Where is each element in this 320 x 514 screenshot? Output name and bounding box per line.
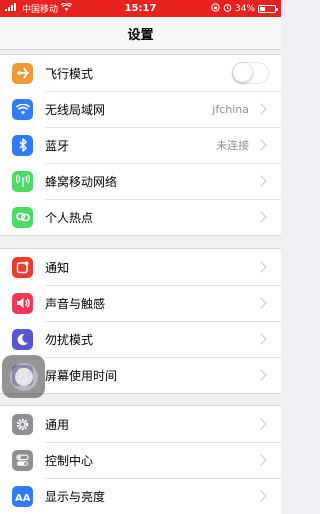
settings-row-notifications[interactable]: 通知 <box>0 249 281 285</box>
airplane-icon <box>12 62 33 84</box>
settings-row-do-not-disturb[interactable]: 勿扰模式 <box>0 321 281 357</box>
chevron-right-icon <box>255 369 267 381</box>
svg-text:AA: AA <box>15 493 30 502</box>
settings-row-label: 声音与触感 <box>45 296 106 311</box>
airplane-mode-toggle[interactable] <box>232 62 269 84</box>
hotspot-link-icon <box>12 206 33 228</box>
wifi-status-icon <box>60 2 73 14</box>
settings-row-sounds[interactable]: 声音与触感 <box>0 285 281 321</box>
settings-row-general[interactable]: 通用 <box>0 406 281 442</box>
gear-icon <box>12 413 33 435</box>
notifications-icon <box>12 256 33 278</box>
bluetooth-status-value: 未连接 <box>216 139 249 152</box>
settings-row-label: 蓝牙 <box>45 138 70 153</box>
settings-row-display[interactable]: AA 显示与亮度 <box>0 478 281 514</box>
status-bar: 中国移动 15:17 34% <box>0 0 281 17</box>
settings-row-airplane-mode: 飞行模式 <box>0 55 281 91</box>
settings-row-cellular[interactable]: 蜂窝移动网络 <box>0 163 281 199</box>
moon-icon <box>12 328 33 350</box>
settings-row-label: 蜂窝移动网络 <box>45 174 118 189</box>
assistive-touch-ring <box>9 362 38 391</box>
settings-group-connectivity: 飞行模式 无线局域网 jfchina 蓝牙 未连接 蜂窝移动网络 个人热点 <box>0 54 281 236</box>
chevron-right-icon <box>255 175 267 187</box>
status-time: 15:17 <box>124 3 157 14</box>
settings-row-label: 控制中心 <box>45 453 94 468</box>
settings-row-label: 无线局域网 <box>45 102 106 117</box>
settings-row-wifi[interactable]: 无线局域网 jfchina <box>0 91 281 127</box>
chevron-right-icon <box>255 418 267 430</box>
bluetooth-icon <box>12 134 33 156</box>
toggles-icon <box>12 449 33 471</box>
chevron-right-icon <box>255 454 267 466</box>
assistive-touch-dot <box>14 367 33 386</box>
chevron-right-icon <box>255 297 267 309</box>
text-size-icon: AA <box>12 485 33 507</box>
wifi-icon <box>12 98 33 120</box>
wifi-network-value: jfchina <box>212 102 249 116</box>
settings-row-label: 显示与亮度 <box>45 489 106 504</box>
assistive-touch-button[interactable] <box>2 355 45 398</box>
nav-bar: 设置 <box>0 17 281 50</box>
settings-row-label: 勿扰模式 <box>45 332 94 347</box>
settings-group-general: 通用 控制中心 AA 显示与亮度 <box>0 405 281 514</box>
settings-row-label: 屏幕使用时间 <box>45 368 118 383</box>
settings-row-label: 飞行模式 <box>45 66 94 81</box>
toggle-knob <box>233 63 252 82</box>
signal-icon <box>5 3 19 14</box>
chevron-right-icon <box>255 333 267 345</box>
speaker-icon <box>12 292 33 314</box>
settings-row-label: 通知 <box>45 260 70 275</box>
cellular-antenna-icon <box>12 170 33 192</box>
settings-row-label: 通用 <box>45 417 70 432</box>
carrier-name: 中国移动 <box>22 5 59 15</box>
settings-row-label: 个人热点 <box>45 210 94 225</box>
orientation-lock-icon <box>211 2 220 15</box>
chevron-right-icon <box>255 103 267 115</box>
chevron-right-icon <box>255 261 267 273</box>
chevron-right-icon <box>255 139 267 151</box>
battery-icon <box>258 4 278 13</box>
settings-row-hotspot[interactable]: 个人热点 <box>0 199 281 235</box>
page-title: 设置 <box>127 27 154 43</box>
settings-row-bluetooth[interactable]: 蓝牙 未连接 <box>0 127 281 163</box>
battery-percent: 34% <box>234 3 255 14</box>
chevron-right-icon <box>255 211 267 223</box>
settings-row-control-center[interactable]: 控制中心 <box>0 442 281 478</box>
alarm-icon <box>223 3 232 15</box>
